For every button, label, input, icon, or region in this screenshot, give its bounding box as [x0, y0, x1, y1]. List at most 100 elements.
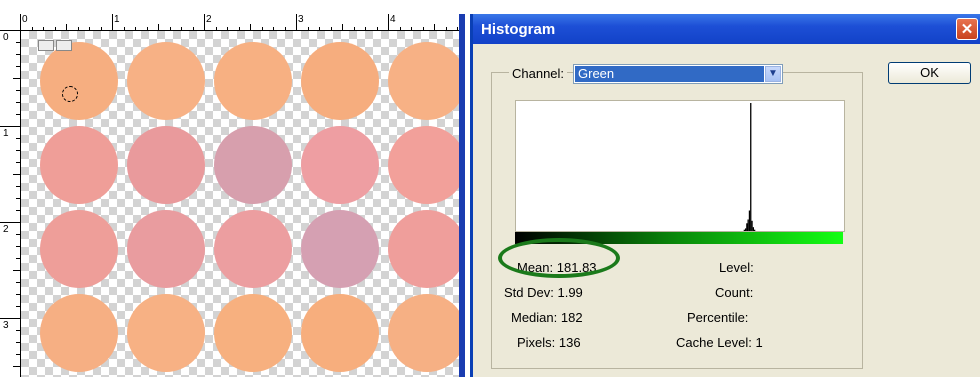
ruler-tick: [158, 24, 159, 30]
ruler-tick: [296, 14, 297, 30]
color-swatch-circle: [40, 42, 118, 120]
std-dev-label: Std Dev:: [504, 285, 554, 300]
ruler-tick: [16, 150, 20, 151]
ruler-tick: [16, 246, 20, 247]
color-swatch-circle: [388, 42, 465, 120]
ruler-tick: [13, 174, 20, 175]
histogram-bar: [754, 229, 756, 231]
percentile-label: Percentile:: [687, 310, 749, 325]
ruler-tick: [388, 14, 389, 30]
color-swatch-circle: [301, 294, 379, 372]
ruler-tick: [112, 14, 113, 30]
ruler-tick: [457, 27, 458, 30]
ruler-tick: [54, 27, 56, 30]
ruler-tick: [16, 294, 20, 295]
ruler-tick: [181, 27, 182, 30]
color-swatch-circle: [214, 42, 292, 120]
ruler-label: 3: [298, 14, 304, 25]
color-swatch-circle: [388, 294, 465, 372]
ruler-tick: [261, 27, 263, 30]
ruler-tick: [16, 354, 20, 355]
ruler-tick: [123, 27, 125, 30]
ruler-tick: [0, 30, 20, 31]
mean-highlight-oval: [498, 238, 620, 278]
ruler-label: 1: [114, 14, 120, 25]
color-swatch-circle: [40, 294, 118, 372]
channel-selected-value[interactable]: Green: [575, 66, 764, 82]
ruler-tick: [16, 114, 20, 115]
histogram-bar: [745, 228, 747, 231]
median-value: 182: [560, 310, 583, 325]
window-border: [459, 14, 465, 377]
ruler-label: 4: [390, 14, 396, 25]
ok-button[interactable]: OK: [888, 62, 971, 84]
dialog-title: Histogram: [481, 21, 556, 38]
std-dev-value: 1.99: [557, 285, 583, 300]
histogram-plot[interactable]: [515, 100, 845, 232]
channel-select[interactable]: Green ▼: [573, 64, 783, 84]
ruler-tick: [376, 27, 378, 30]
ruler-tick: [342, 24, 343, 30]
histogram-bar: [748, 210, 751, 231]
frame-button-2[interactable]: [56, 40, 72, 51]
dialog-titlebar[interactable]: Histogram ✕: [473, 14, 980, 44]
ruler-tick: [0, 318, 20, 319]
ruler-tick: [16, 330, 20, 331]
ruler-tick: [273, 27, 274, 30]
ruler-tick: [284, 27, 286, 30]
ruler-label: 1: [3, 128, 9, 139]
ruler-tick: [204, 14, 205, 30]
color-swatch-circle: [127, 210, 205, 288]
ruler-tick: [13, 366, 20, 367]
stat-count: Count:: [715, 285, 753, 300]
stat-cache-level: Cache Level: 1: [676, 335, 763, 350]
image-canvas-window: 0 1 2 3 4 0 1 2 3: [0, 0, 465, 377]
ruler-tick: [16, 102, 20, 103]
selection-marquee[interactable]: [62, 86, 78, 102]
frame-buttons[interactable]: [38, 38, 74, 51]
median-label: Median:: [511, 310, 558, 325]
ruler-tick: [16, 234, 20, 235]
ruler-tick: [16, 306, 20, 307]
ruler-tick: [307, 27, 309, 30]
pixels-label: Pixels:: [517, 335, 556, 350]
ruler-tick: [330, 27, 332, 30]
histogram-bar: [750, 103, 752, 231]
color-swatch-circle: [40, 210, 118, 288]
ruler-corner: [0, 14, 21, 31]
ruler-tick: [100, 27, 102, 30]
ruler-tick: [445, 27, 447, 30]
chevron-down-icon[interactable]: ▼: [765, 66, 781, 82]
close-icon[interactable]: ✕: [956, 18, 978, 40]
ruler-tick: [16, 198, 20, 199]
stat-pixels: Pixels: 136: [517, 335, 581, 350]
ruler-tick: [146, 27, 148, 30]
channel-label: Channel:: [509, 66, 568, 81]
ruler-tick: [434, 24, 435, 30]
ruler-tick: [13, 270, 20, 271]
ruler-tick: [16, 66, 20, 67]
ruler-tick: [31, 27, 33, 30]
ruler-tick: [16, 42, 20, 43]
ruler-tick: [169, 27, 171, 30]
ruler-tick: [227, 27, 228, 30]
ruler-tick: [16, 186, 20, 187]
level-label: Level:: [719, 260, 754, 275]
color-swatch-circle: [388, 126, 465, 204]
ruler-tick: [16, 90, 20, 91]
ruler-label: 0: [3, 32, 9, 43]
histogram-dialog: Histogram ✕ Channel: Green ▼ OK Mean: 18…: [470, 14, 980, 377]
ruler-tick: [135, 27, 136, 30]
ruler-label: 2: [3, 224, 9, 235]
color-swatch-circle: [388, 210, 465, 288]
color-swatch-circle: [301, 42, 379, 120]
histogram-bar: [752, 227, 754, 231]
histogram-bar: [743, 229, 745, 231]
ruler-tick: [16, 162, 20, 163]
ruler-tick: [16, 282, 20, 283]
ruler-tick: [77, 27, 79, 30]
cache-level-value: 1: [755, 335, 763, 350]
ruler-tick: [0, 222, 20, 223]
ruler-tick: [43, 27, 44, 30]
frame-button-1[interactable]: [38, 40, 54, 51]
